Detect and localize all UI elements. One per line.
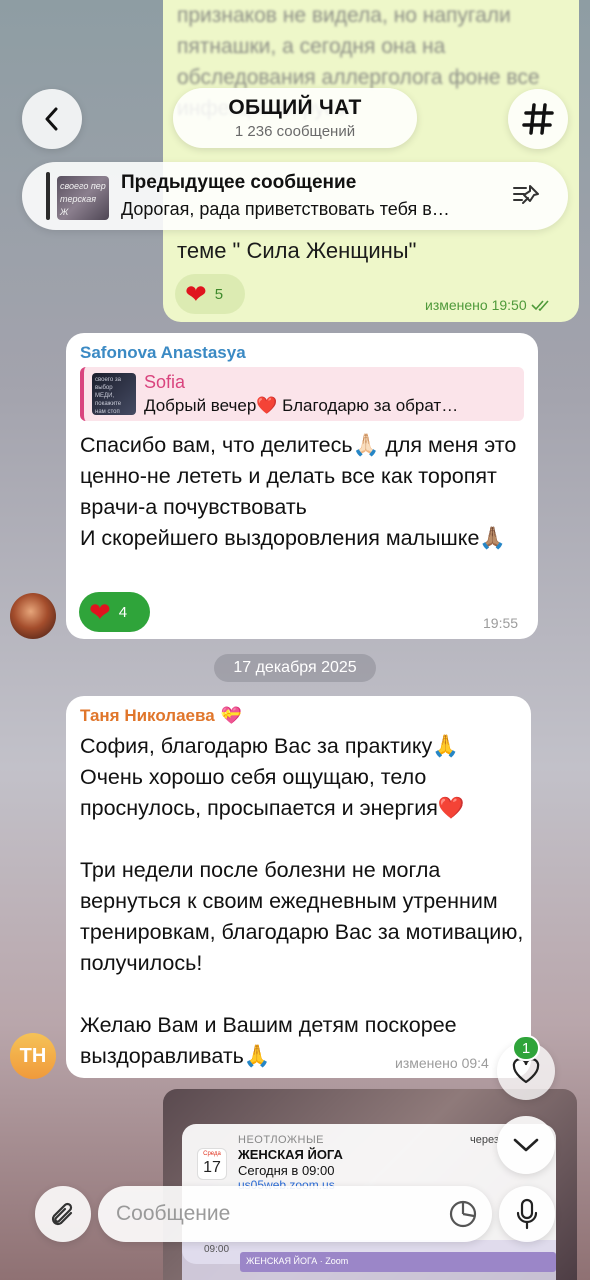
notification-title: ЖЕНСКАЯ ЙОГА: [238, 1147, 343, 1162]
sender-name[interactable]: Safonova Anastasya: [80, 343, 246, 363]
message-text: София, благодарю Вас за практику🙏 Очень …: [80, 734, 524, 1068]
channel-button[interactable]: [508, 89, 568, 149]
sender-name[interactable]: Таня Николаева 💝: [80, 706, 242, 726]
sticker-icon[interactable]: [447, 1198, 479, 1230]
heart-icon: ❤: [89, 597, 111, 627]
heart-icon: ❤: [185, 279, 207, 309]
message-text: Спасибо вам, что делитесь🙏🏻 для меня это…: [80, 433, 517, 550]
message-time: 19:55: [483, 615, 519, 631]
outgoing-message-text: теме " Сила Женщины": [177, 238, 417, 263]
calendar-day: 17: [203, 1159, 221, 1176]
calendar-event: ЖЕНСКАЯ ЙОГА · Zoom: [240, 1252, 556, 1272]
sender-emoji: 💝: [220, 706, 242, 725]
back-button[interactable]: [22, 89, 82, 149]
avatar[interactable]: ТН: [10, 1033, 56, 1079]
notification-time: Сегодня в 09:00: [238, 1163, 335, 1178]
date-separator: 17 декабря 2025: [214, 654, 376, 682]
reply-thumbnail: своего за выбор МЕДИ, покажите нам стоп …: [92, 373, 136, 415]
microphone-icon: [516, 1198, 538, 1230]
chat-title: ОБЩИЙ ЧАТ: [228, 96, 362, 119]
notification-later: через: [470, 1134, 499, 1146]
calendar-strip-time: 09:00: [204, 1244, 230, 1255]
unpin-icon[interactable]: [512, 182, 544, 210]
message-count: 1 236 сообщений: [234, 123, 356, 140]
message-input[interactable]: [116, 1199, 436, 1229]
avatar[interactable]: [10, 593, 56, 639]
reply-author: Sofia: [144, 372, 186, 392]
attach-button[interactable]: [35, 1186, 91, 1242]
pinned-text: Дорогая, рада приветствовать тебя в…: [121, 199, 450, 219]
scroll-down-button[interactable]: [497, 1116, 555, 1174]
edited-time: изменено 19:50: [425, 297, 527, 313]
pinned-indicator: [46, 172, 50, 220]
chat-title-pill[interactable]: ОБЩИЙ ЧАТ 1 236 сообщений: [173, 88, 417, 148]
paperclip-icon: [51, 1202, 73, 1226]
notification-category: НЕОТЛОЖНЫЕ: [238, 1134, 325, 1146]
heart-outline-icon: [512, 1058, 540, 1084]
reaction-count: 5: [214, 285, 224, 303]
microphone-button[interactable]: [499, 1186, 555, 1242]
message-meta: изменено 19:50: [425, 297, 551, 313]
reply-text: Добрый вечер❤️ Благодарю за обрат…: [144, 396, 459, 415]
calendar-icon: Среда 17: [197, 1148, 227, 1180]
message-time: изменено 09:4: [395, 1055, 489, 1071]
hash-icon: [522, 103, 554, 135]
chevron-left-icon: [45, 107, 58, 131]
double-check-icon: [531, 300, 549, 311]
unread-reactions-badge: 1: [512, 1035, 540, 1061]
chevron-down-icon: [513, 1138, 539, 1152]
calendar-day-name: Среда: [203, 1151, 221, 1157]
pinned-title: Предыдущее сообщение: [121, 172, 357, 193]
sender-name-text: Таня Николаева: [80, 706, 215, 725]
reaction-count: 4: [118, 603, 128, 621]
heart-reaction[interactable]: ❤ 5: [175, 274, 245, 314]
pinned-thumbnail: своего пер терская Ж: [57, 176, 109, 220]
heart-reaction[interactable]: ❤ 4: [79, 592, 150, 632]
